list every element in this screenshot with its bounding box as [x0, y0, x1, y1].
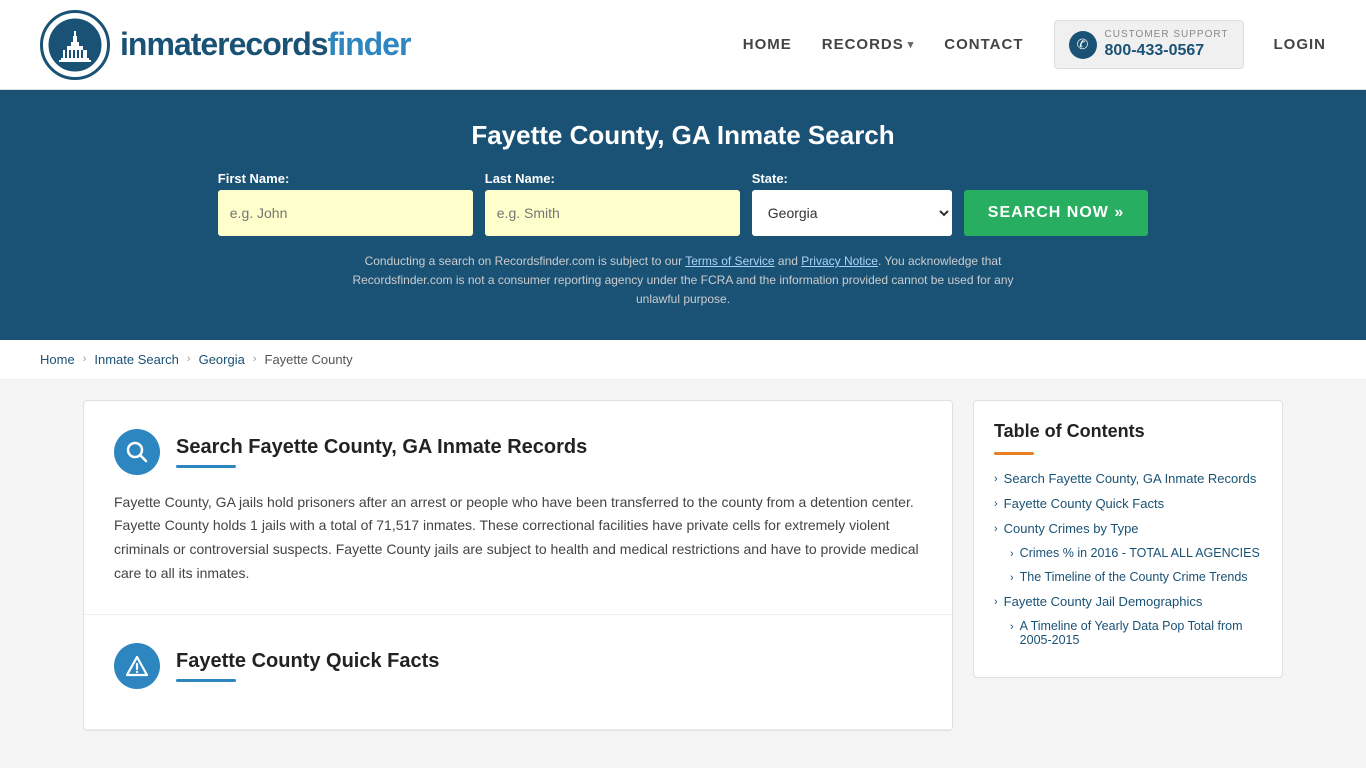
search-button[interactable]: SEARCH NOW » — [964, 190, 1148, 236]
toc-item-3: › County Crimes by Type — [994, 521, 1262, 536]
toc-link-4[interactable]: › Fayette County Jail Demographics — [994, 594, 1262, 609]
search-section-body: Fayette County, GA jails hold prisoners … — [114, 491, 922, 586]
toc-item-1: › Search Fayette County, GA Inmate Recor… — [994, 471, 1262, 486]
search-section-icon — [114, 429, 160, 475]
breadcrumb-sep-3: › — [253, 353, 257, 365]
toc-link-1[interactable]: › Search Fayette County, GA Inmate Recor… — [994, 471, 1262, 486]
toc-chevron-3: › — [994, 523, 998, 535]
first-name-label: First Name: — [218, 171, 290, 186]
breadcrumb-sep-1: › — [83, 353, 87, 365]
breadcrumb-sep-2: › — [187, 353, 191, 365]
privacy-link[interactable]: Privacy Notice — [801, 254, 878, 268]
toc-underline — [994, 452, 1034, 455]
toc-sub-item-2: › The Timeline of the County Crime Trend… — [1010, 570, 1262, 584]
main-nav: HOME RECORDS ▾ CONTACT ✆ CUSTOMER SUPPOR… — [743, 20, 1326, 69]
toc-link-2[interactable]: › Fayette County Quick Facts — [994, 496, 1262, 511]
site-header: inmaterecordsfinder HOME RECORDS ▾ CONTA… — [0, 0, 1366, 90]
nav-login[interactable]: LOGIN — [1274, 36, 1327, 53]
first-name-input[interactable] — [218, 190, 473, 236]
search-section-header: Search Fayette County, GA Inmate Records — [114, 429, 922, 475]
nav-contact[interactable]: CONTACT — [944, 36, 1023, 53]
toc-title: Table of Contents — [994, 421, 1262, 442]
quick-facts-section: Fayette County Quick Facts — [84, 615, 952, 730]
toc-sub-link-3[interactable]: › A Timeline of Yearly Data Pop Total fr… — [1010, 619, 1262, 647]
toc-sub-item-1: › Crimes % in 2016 - TOTAL ALL AGENCIES — [1010, 546, 1262, 560]
logo-text: inmaterecordsfinder — [120, 26, 410, 63]
quick-facts-header: Fayette County Quick Facts — [114, 643, 922, 689]
main-content: Search Fayette County, GA Inmate Records… — [43, 400, 1323, 731]
toc-chevron-2: › — [994, 498, 998, 510]
toc-chevron-1: › — [994, 473, 998, 485]
state-select[interactable]: Georgia — [752, 190, 952, 236]
nav-records[interactable]: RECORDS ▾ — [822, 36, 915, 53]
breadcrumb-inmate-search[interactable]: Inmate Search — [94, 352, 179, 367]
toc-sublist: › Crimes % in 2016 - TOTAL ALL AGENCIES … — [994, 546, 1262, 584]
quick-facts-underline — [176, 679, 236, 682]
logo-icon — [40, 10, 110, 80]
last-name-input[interactable] — [485, 190, 740, 236]
toc-sub-chevron-3: › — [1010, 621, 1014, 633]
last-name-group: Last Name: — [485, 171, 740, 236]
logo-area: inmaterecordsfinder — [40, 10, 410, 80]
toc-sub-chevron-2: › — [1010, 572, 1014, 584]
terms-link[interactable]: Terms of Service — [685, 254, 774, 268]
breadcrumb: Home › Inmate Search › Georgia › Fayette… — [0, 340, 1366, 380]
hero-disclaimer: Conducting a search on Recordsfinder.com… — [333, 252, 1033, 310]
quick-facts-title: Fayette County Quick Facts — [176, 650, 439, 673]
breadcrumb-home[interactable]: Home — [40, 352, 75, 367]
state-label: State: — [752, 171, 788, 186]
toc-item-4: › Fayette County Jail Demographics — [994, 594, 1262, 609]
state-group: State: Georgia — [752, 171, 952, 236]
search-form: First Name: Last Name: State: Georgia SE… — [40, 171, 1326, 236]
toc-sub-item-3: › A Timeline of Yearly Data Pop Total fr… — [1010, 619, 1262, 647]
breadcrumb-current: Fayette County — [265, 352, 353, 367]
last-name-label: Last Name: — [485, 171, 555, 186]
toc-link-3[interactable]: › County Crimes by Type — [994, 521, 1262, 536]
search-title-underline — [176, 465, 236, 468]
toc-item-2: › Fayette County Quick Facts — [994, 496, 1262, 511]
quick-facts-icon — [114, 643, 160, 689]
content-right: Table of Contents › Search Fayette Count… — [973, 400, 1283, 678]
support-label: CUSTOMER SUPPORT — [1105, 29, 1229, 41]
customer-support-box: ✆ CUSTOMER SUPPORT 800-433-0567 — [1054, 20, 1244, 69]
support-number: 800-433-0567 — [1105, 41, 1229, 60]
content-left: Search Fayette County, GA Inmate Records… — [83, 400, 953, 731]
search-section-title: Search Fayette County, GA Inmate Records — [176, 436, 587, 459]
hero-section: Fayette County, GA Inmate Search First N… — [0, 90, 1366, 340]
toc-list: › Search Fayette County, GA Inmate Recor… — [994, 471, 1262, 647]
nav-home[interactable]: HOME — [743, 36, 792, 53]
phone-icon: ✆ — [1069, 31, 1097, 59]
hero-title: Fayette County, GA Inmate Search — [40, 120, 1326, 151]
first-name-group: First Name: — [218, 171, 473, 236]
toc-sub-link-2[interactable]: › The Timeline of the County Crime Trend… — [1010, 570, 1262, 584]
toc-sub-chevron-1: › — [1010, 548, 1014, 560]
chevron-down-icon: ▾ — [908, 38, 915, 51]
toc-chevron-4: › — [994, 596, 998, 608]
search-section: Search Fayette County, GA Inmate Records… — [84, 401, 952, 615]
breadcrumb-georgia[interactable]: Georgia — [199, 352, 245, 367]
toc-sub-link-1[interactable]: › Crimes % in 2016 - TOTAL ALL AGENCIES — [1010, 546, 1262, 560]
toc-sublist-2: › A Timeline of Yearly Data Pop Total fr… — [994, 619, 1262, 647]
